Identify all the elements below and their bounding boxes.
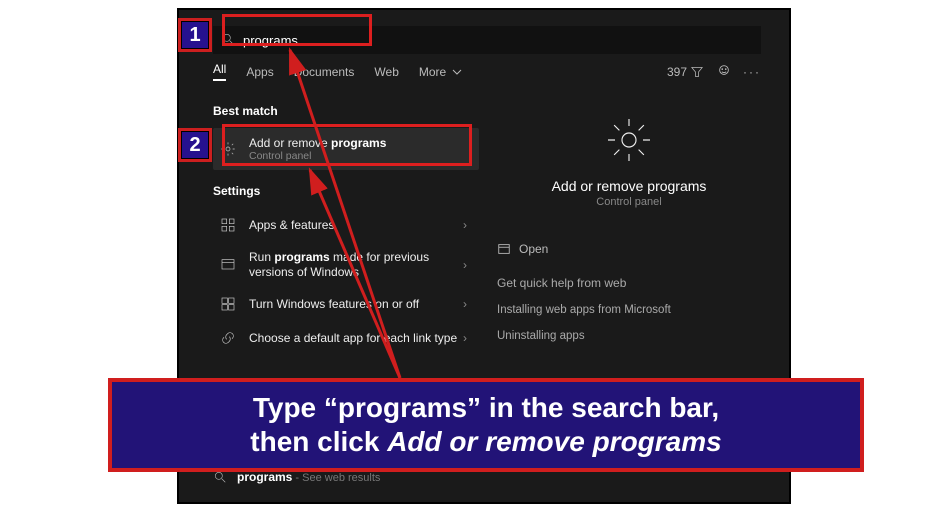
web-results-row[interactable]: programs - See web results (213, 470, 380, 484)
chevron-down-icon (452, 67, 462, 77)
open-icon (497, 242, 511, 256)
result-apps-features[interactable]: Apps & features › (213, 208, 479, 242)
tab-all[interactable]: All (213, 62, 226, 81)
search-input[interactable] (243, 33, 753, 48)
chevron-right-icon: › (463, 297, 473, 311)
search-bar[interactable] (213, 26, 761, 54)
result-count[interactable]: 397 (667, 65, 703, 79)
caption-em: Add or remove programs (387, 426, 722, 457)
link-icon (219, 329, 237, 347)
preview-title: Add or remove programs (497, 178, 761, 194)
gear-icon-large (601, 112, 657, 168)
chevron-right-icon: › (463, 258, 473, 272)
preview-pane: Add or remove programs Control panel Ope… (497, 98, 761, 342)
quick-help-header: Get quick help from web (497, 276, 761, 290)
gear-icon (219, 140, 237, 158)
annotation-caption: Type “programs” in the search bar, then … (108, 378, 864, 472)
search-icon (213, 470, 227, 484)
more-options-icon[interactable]: ··· (743, 65, 761, 79)
tab-apps[interactable]: Apps (246, 65, 273, 79)
quick-help-item[interactable]: Uninstalling apps (497, 330, 761, 342)
apps-icon (219, 216, 237, 234)
tab-web[interactable]: Web (374, 65, 398, 79)
result-title: Apps & features (249, 218, 463, 232)
best-match-label: Best match (213, 104, 479, 118)
tab-more[interactable]: More (419, 65, 462, 79)
result-title: Turn Windows features on or off (249, 297, 463, 311)
tab-documents[interactable]: Documents (294, 65, 355, 79)
settings-label: Settings (213, 184, 479, 198)
filter-icon (691, 66, 703, 78)
result-count-number: 397 (667, 65, 687, 79)
windows-icon (219, 295, 237, 313)
web-result-text: programs - See web results (237, 470, 380, 484)
chevron-right-icon: › (463, 218, 473, 232)
chevron-right-icon: › (463, 331, 473, 345)
results-column: Best match Add or remove programs Contro… (213, 98, 479, 355)
filter-tabs: All Apps Documents Web More 397 ··· (213, 62, 773, 81)
feedback-icon[interactable] (717, 63, 731, 80)
result-title: Run programs made for previous versions … (249, 250, 463, 279)
result-windows-features[interactable]: Turn Windows features on or off › (213, 287, 479, 321)
best-match-sub: Control panel (249, 150, 473, 162)
search-icon (221, 32, 235, 49)
tab-more-label: More (419, 65, 446, 79)
compat-icon (219, 256, 237, 274)
open-action[interactable]: Open (497, 242, 761, 256)
result-title: Choose a default app for each link type (249, 331, 463, 345)
result-default-app-link[interactable]: Choose a default app for each link type … (213, 321, 479, 355)
preview-sub: Control panel (497, 196, 761, 208)
annotation-badge-2: 2 (178, 128, 212, 162)
best-match-title: Add or remove programs (249, 136, 473, 150)
best-match-result[interactable]: Add or remove programs Control panel (213, 128, 479, 170)
quick-help-item[interactable]: Installing web apps from Microsoft (497, 304, 761, 316)
open-label: Open (519, 242, 548, 256)
result-run-programs-compat[interactable]: Run programs made for previous versions … (213, 242, 479, 287)
annotation-badge-1: 1 (178, 18, 212, 52)
